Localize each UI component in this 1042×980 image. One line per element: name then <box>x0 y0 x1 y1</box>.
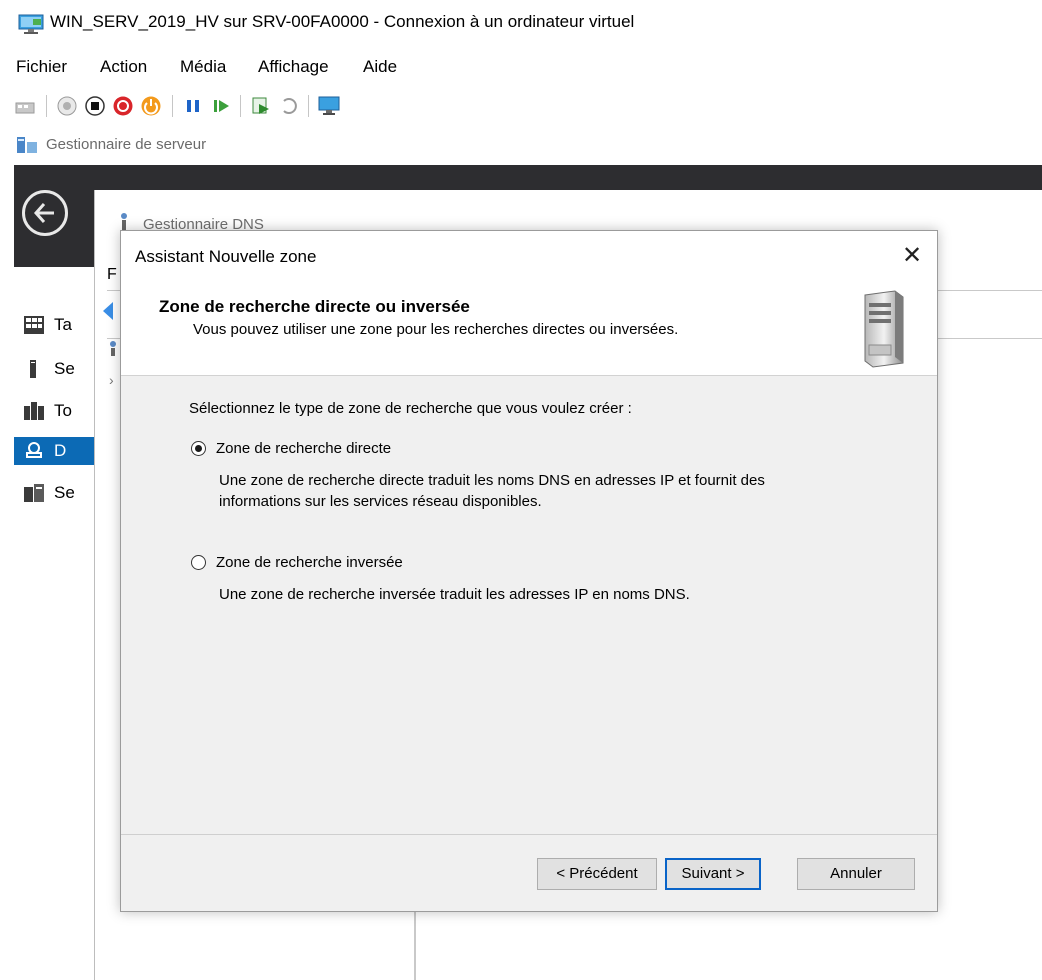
radio-button-unchecked[interactable] <box>191 555 206 570</box>
sidebar-item-dashboard[interactable]: Ta <box>14 311 94 339</box>
all-servers-icon <box>24 402 44 420</box>
dns-tree-icon <box>110 341 116 356</box>
vm-connection-titlebar: WIN_SERV_2019_HV sur SRV-00FA0000 - Conn… <box>0 0 1042 48</box>
zone-type-prompt: Sélectionnez le type de zone de recherch… <box>189 400 632 417</box>
forward-zone-description: Une zone de recherche directe traduit le… <box>219 470 765 512</box>
checkpoint-icon[interactable] <box>250 95 272 117</box>
menu-aide[interactable]: Aide <box>363 57 397 77</box>
vm-connect-icon <box>18 14 44 34</box>
turn-off-icon[interactable] <box>84 95 106 117</box>
local-server-icon <box>30 360 36 378</box>
save-icon[interactable] <box>140 95 162 117</box>
start-icon[interactable] <box>56 95 78 117</box>
footer-divider <box>121 834 937 835</box>
tree-expand-icon[interactable]: › <box>109 372 114 388</box>
dialog-titlebar: Assistant Nouvelle zone ✕ <box>121 231 937 283</box>
reverse-zone-description: Une zone de recherche inversée traduit l… <box>219 584 690 605</box>
window-title: WIN_SERV_2019_HV sur SRV-00FA0000 - Conn… <box>50 12 635 31</box>
dialog-title: Assistant Nouvelle zone <box>135 247 317 266</box>
server-icon <box>864 290 904 368</box>
file-services-icon <box>24 484 44 502</box>
close-icon[interactable]: ✕ <box>897 241 927 271</box>
sidebar-item-all-servers[interactable]: To <box>14 397 94 425</box>
cancel-button[interactable]: Annuler <box>797 858 915 890</box>
sidebar-item-dns[interactable]: D <box>14 437 94 465</box>
resume-icon[interactable] <box>210 95 232 117</box>
sidebar-item-label: Se <box>54 359 75 378</box>
menu-action[interactable]: Action <box>100 57 147 77</box>
menu-affichage[interactable]: Affichage <box>258 57 329 77</box>
description-line: Une zone de recherche inversée traduit l… <box>219 586 690 603</box>
sidebar-item-local-server[interactable]: Se <box>14 355 94 383</box>
arrow-left-icon <box>33 203 54 223</box>
server-manager-sidebar: Ta Se To D Se <box>14 267 95 980</box>
shutdown-icon[interactable] <box>112 95 134 117</box>
dashboard-icon <box>24 316 44 334</box>
wizard-body: Sélectionnez le type de zone de recherch… <box>121 376 937 831</box>
dns-icon <box>26 442 42 458</box>
next-button[interactable]: Suivant > <box>665 858 761 890</box>
new-zone-wizard-dialog: Assistant Nouvelle zone ✕ Zone de recher… <box>120 230 938 912</box>
description-line: informations sur les services réseau dis… <box>219 493 542 510</box>
wizard-header: Zone de recherche directe ou inversée Vo… <box>121 283 937 376</box>
sidebar-item-label: To <box>54 401 72 420</box>
wizard-subheading: Vous pouvez utiliser une zone pour les r… <box>193 321 679 338</box>
description-line: Une zone de recherche directe traduit le… <box>219 472 765 489</box>
sidebar-item-label: Ta <box>54 315 72 334</box>
radio-button-checked[interactable] <box>191 441 206 456</box>
sidebar-item-file-services[interactable]: Se <box>14 479 94 507</box>
toolbar <box>0 90 1042 120</box>
wizard-heading: Zone de recherche directe ou inversée <box>159 297 470 316</box>
radio-label[interactable]: Zone de recherche directe <box>216 440 391 457</box>
menu-fichier[interactable]: Fichier <box>16 57 67 77</box>
menu-media[interactable]: Média <box>180 57 226 77</box>
radio-label[interactable]: Zone de recherche inversée <box>216 554 403 571</box>
ctrl-alt-del-icon[interactable] <box>14 95 36 117</box>
back-button[interactable] <box>22 190 68 236</box>
pause-icon[interactable] <box>182 95 204 117</box>
enhanced-session-icon[interactable] <box>318 95 340 117</box>
sidebar-item-label: D <box>54 441 67 460</box>
sidebar-item-label: Se <box>54 483 75 502</box>
server-manager-title: Gestionnaire de serveur <box>46 136 207 153</box>
server-manager-icon <box>17 137 37 153</box>
previous-button[interactable]: < Précédent <box>537 858 657 890</box>
revert-icon[interactable] <box>278 95 300 117</box>
dns-menu-partial[interactable]: F <box>107 266 117 284</box>
